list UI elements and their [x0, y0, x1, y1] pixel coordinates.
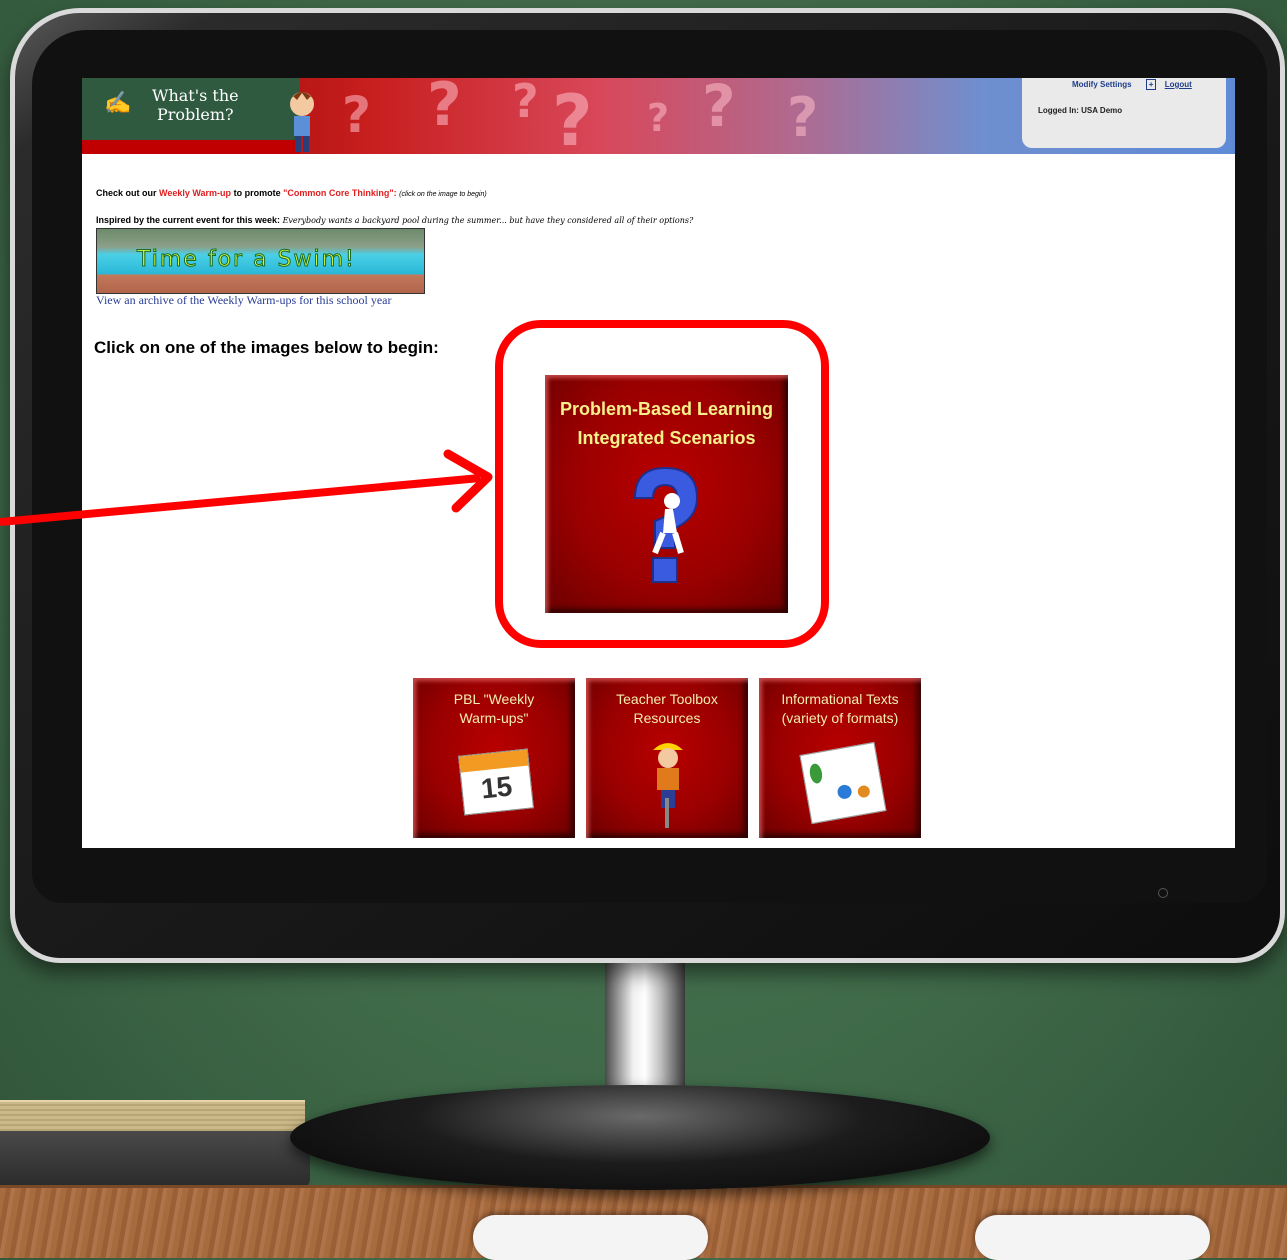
- monitor-stand-base: [290, 1085, 990, 1190]
- inspired-text: Everybody wants a backyard pool during t…: [282, 216, 694, 225]
- weekly-warmups-tile[interactable]: PBL "Weekly Warm-ups" 15: [413, 678, 575, 838]
- texts-line1: Informational Texts: [781, 691, 899, 707]
- pointer-arrow: [0, 449, 493, 526]
- kid-mascot-icon: [290, 92, 314, 152]
- monitor-stand-neck: [605, 960, 685, 1090]
- weekly-warmup-link[interactable]: Weekly Warm-up: [159, 188, 231, 198]
- question-mark-decoration: ?: [647, 96, 670, 140]
- promo-middle: to promote: [233, 188, 281, 198]
- click-hint: (click on the image to begin): [399, 191, 487, 198]
- book-stack-bottom: [0, 1131, 310, 1189]
- texts-tile-title: Informational Texts (variety of formats): [759, 690, 921, 728]
- texts-line2: (variety of formats): [781, 710, 899, 726]
- inspired-label: Inspired by the current event for this w…: [96, 215, 281, 225]
- informational-texts-tile[interactable]: Informational Texts (variety of formats): [759, 678, 921, 838]
- inspired-line: Inspired by the current event for this w…: [96, 215, 693, 225]
- toolbox-tile-title: Teacher Toolbox Resources: [586, 690, 748, 728]
- weekly-warmup-banner[interactable]: Time for a Swim!: [96, 228, 425, 294]
- modify-settings-link[interactable]: Modify Settings: [1072, 80, 1132, 89]
- archive-link[interactable]: View an archive of the Weekly Warm-ups f…: [96, 293, 391, 308]
- logo-text: What's the Problem?: [152, 86, 239, 124]
- question-mark-decoration: ?: [512, 78, 539, 128]
- logo-line2: Problem?: [157, 105, 234, 124]
- toolbox-line2: Resources: [633, 710, 701, 726]
- site-banner: ? ? ? ? ? ? ? ✍ What's the Problem? Modi…: [82, 78, 1235, 162]
- teacher-toolbox-tile[interactable]: Teacher Toolbox Resources: [586, 678, 748, 838]
- monitor-foot-left: [473, 1215, 708, 1260]
- monitor-foot-right: [975, 1215, 1210, 1260]
- document-chart-icon: [799, 741, 887, 825]
- account-links: Modify Settings + Logout: [1072, 79, 1192, 90]
- site-logo[interactable]: ✍ What's the Problem?: [82, 78, 300, 154]
- construction-worker-icon: [653, 743, 683, 828]
- question-mark-decoration: ?: [427, 78, 462, 140]
- highlight-box: [495, 320, 829, 648]
- question-mark-decoration: ?: [342, 86, 372, 144]
- scribble-hand-icon: ✍: [104, 90, 132, 115]
- warmups-tile-title: PBL "Weekly Warm-ups": [413, 690, 575, 728]
- question-mark-decoration: ?: [702, 78, 736, 140]
- logout-link[interactable]: Logout: [1165, 80, 1192, 89]
- warmup-promo-text: Check out our Weekly Warm-up to promote …: [96, 188, 487, 198]
- promo-prefix: Check out our: [96, 188, 157, 198]
- logged-in-status: Logged In: USA Demo: [1038, 106, 1123, 115]
- warmups-line1: PBL "Weekly: [453, 691, 535, 707]
- question-mark-decoration: ?: [552, 80, 593, 162]
- calendar-icon: 15: [458, 748, 534, 816]
- common-core-text: "Common Core Thinking":: [283, 188, 397, 198]
- logo-line1: What's the: [152, 86, 239, 105]
- calendar-day: 15: [479, 770, 514, 805]
- logout-icon[interactable]: +: [1145, 79, 1157, 90]
- click-to-begin-heading: Click on one of the images below to begi…: [94, 338, 439, 357]
- warmups-line2: Warm-ups": [459, 710, 529, 726]
- account-panel: Modify Settings + Logout Logged In: USA …: [1022, 78, 1226, 148]
- question-mark-decoration: ?: [787, 86, 819, 149]
- book-stack-top: [0, 1100, 305, 1134]
- toolbox-line1: Teacher Toolbox: [616, 691, 718, 707]
- warmup-banner-title: Time for a Swim!: [137, 247, 356, 273]
- power-icon[interactable]: [1158, 888, 1168, 898]
